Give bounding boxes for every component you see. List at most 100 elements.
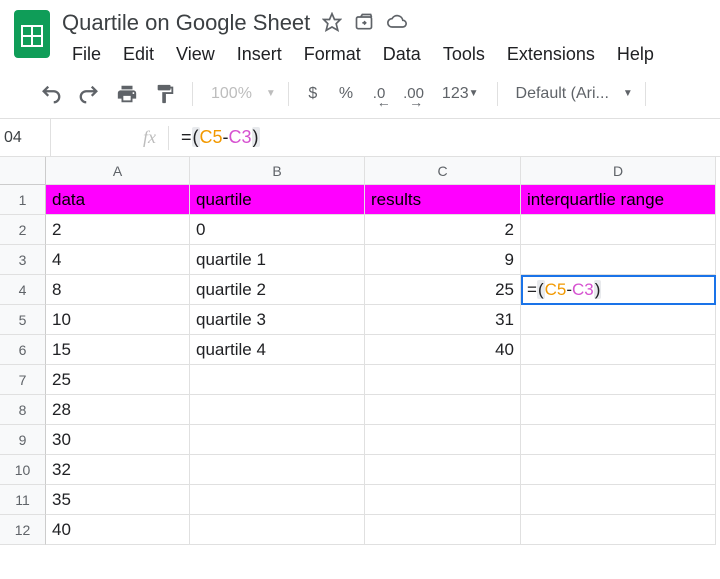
cell-B7[interactable] [190, 365, 365, 395]
row-header[interactable]: 10 [0, 455, 46, 485]
menu-insert[interactable]: Insert [227, 40, 292, 69]
cell-C9[interactable] [365, 425, 521, 455]
cell-A5[interactable]: 10 [46, 305, 190, 335]
row-header[interactable]: 6 [0, 335, 46, 365]
format-percent[interactable]: % [333, 80, 359, 108]
formula-bar-row: 04 fx =(C5-C3) [0, 119, 720, 157]
cell-A8[interactable]: 28 [46, 395, 190, 425]
document-title[interactable]: Quartile on Google Sheet [62, 10, 310, 36]
cell-C7[interactable] [365, 365, 521, 395]
cell-D5[interactable] [521, 305, 716, 335]
cell-D8[interactable] [521, 395, 716, 425]
col-header-B[interactable]: B [190, 157, 365, 185]
cell-D1[interactable]: interquartlie range [521, 185, 716, 215]
menu-help[interactable]: Help [607, 40, 664, 69]
cell-B4[interactable]: quartile 2 [190, 275, 365, 305]
menu-extensions[interactable]: Extensions [497, 40, 605, 69]
chevron-down-icon[interactable]: ▼ [266, 88, 276, 99]
cell-B5[interactable]: quartile 3 [190, 305, 365, 335]
cell-A11[interactable]: 35 [46, 485, 190, 515]
cell-C4[interactable]: 25 [365, 275, 521, 305]
cell-A6[interactable]: 15 [46, 335, 190, 365]
cell-B2[interactable]: 0 [190, 215, 365, 245]
cell-C1[interactable]: results [365, 185, 521, 215]
paint-format-icon[interactable] [150, 80, 180, 108]
cell-A2[interactable]: 2 [46, 215, 190, 245]
cell-B8[interactable] [190, 395, 365, 425]
spreadsheet-grid[interactable]: A B C D 1 data quartile results interqua… [0, 157, 720, 545]
cell-A10[interactable]: 32 [46, 455, 190, 485]
row-header[interactable]: 5 [0, 305, 46, 335]
cell-D4-active[interactable]: =(C5-C3) [521, 275, 716, 305]
cell-A4[interactable]: 8 [46, 275, 190, 305]
cell-B9[interactable] [190, 425, 365, 455]
row-header[interactable]: 8 [0, 395, 46, 425]
cell-C12[interactable] [365, 515, 521, 545]
print-icon[interactable] [112, 80, 142, 108]
row-header[interactable]: 12 [0, 515, 46, 545]
cell-D2[interactable] [521, 215, 716, 245]
cell-C5[interactable]: 31 [365, 305, 521, 335]
decrease-decimal-icon[interactable]: .0← [367, 80, 391, 108]
cell-A12[interactable]: 40 [46, 515, 190, 545]
row-header[interactable]: 11 [0, 485, 46, 515]
cell-B10[interactable] [190, 455, 365, 485]
cell-D9[interactable] [521, 425, 716, 455]
menu-bar: File Edit View Insert Format Data Tools … [62, 36, 708, 69]
cloud-status-icon[interactable] [386, 12, 408, 35]
row-header[interactable]: 3 [0, 245, 46, 275]
chevron-down-icon[interactable]: ▼ [623, 88, 633, 99]
font-select[interactable]: Default (Ari... [510, 85, 615, 103]
zoom-select[interactable]: 100% [205, 85, 258, 103]
cell-D11[interactable] [521, 485, 716, 515]
menu-view[interactable]: View [166, 40, 225, 69]
increase-decimal-icon[interactable]: .00→ [399, 80, 428, 108]
star-icon[interactable] [322, 12, 342, 35]
row-header[interactable]: 9 [0, 425, 46, 455]
menu-format[interactable]: Format [294, 40, 371, 69]
col-header-A[interactable]: A [46, 157, 190, 185]
redo-icon[interactable] [74, 80, 104, 108]
cell-B6[interactable]: quartile 4 [190, 335, 365, 365]
menu-edit[interactable]: Edit [113, 40, 164, 69]
cell-A3[interactable]: 4 [46, 245, 190, 275]
sheets-logo[interactable] [12, 8, 52, 60]
select-all-corner[interactable] [0, 157, 46, 185]
cell-C10[interactable] [365, 455, 521, 485]
toolbar: 100% ▼ $ % .0← .00→ 123 ▼ Default (Ari..… [0, 69, 720, 119]
cell-D10[interactable] [521, 455, 716, 485]
name-box[interactable]: 04 [0, 129, 50, 147]
move-icon[interactable] [354, 12, 374, 35]
row-header[interactable]: 7 [0, 365, 46, 395]
cell-C8[interactable] [365, 395, 521, 425]
header: Quartile on Google Sheet File Edit View … [0, 0, 720, 69]
menu-file[interactable]: File [62, 40, 111, 69]
cell-A1[interactable]: data [46, 185, 190, 215]
cell-D7[interactable] [521, 365, 716, 395]
col-header-D[interactable]: D [521, 157, 716, 185]
cell-B1[interactable]: quartile [190, 185, 365, 215]
col-header-C[interactable]: C [365, 157, 521, 185]
cell-D6[interactable] [521, 335, 716, 365]
cell-C11[interactable] [365, 485, 521, 515]
cell-B11[interactable] [190, 485, 365, 515]
menu-data[interactable]: Data [373, 40, 431, 69]
row-header[interactable]: 1 [0, 185, 46, 215]
cell-C6[interactable]: 40 [365, 335, 521, 365]
format-currency[interactable]: $ [301, 80, 325, 108]
row-header[interactable]: 4 [0, 275, 46, 305]
cell-D12[interactable] [521, 515, 716, 545]
cell-C3[interactable]: 9 [365, 245, 521, 275]
cell-B3[interactable]: quartile 1 [190, 245, 365, 275]
cell-B12[interactable] [190, 515, 365, 545]
fx-icon: fx [143, 127, 156, 148]
undo-icon[interactable] [36, 80, 66, 108]
cell-A7[interactable]: 25 [46, 365, 190, 395]
more-formats[interactable]: 123 ▼ [436, 80, 485, 108]
menu-tools[interactable]: Tools [433, 40, 495, 69]
cell-D3[interactable] [521, 245, 716, 275]
row-header[interactable]: 2 [0, 215, 46, 245]
formula-input[interactable]: =(C5-C3) [181, 127, 260, 148]
cell-C2[interactable]: 2 [365, 215, 521, 245]
cell-A9[interactable]: 30 [46, 425, 190, 455]
